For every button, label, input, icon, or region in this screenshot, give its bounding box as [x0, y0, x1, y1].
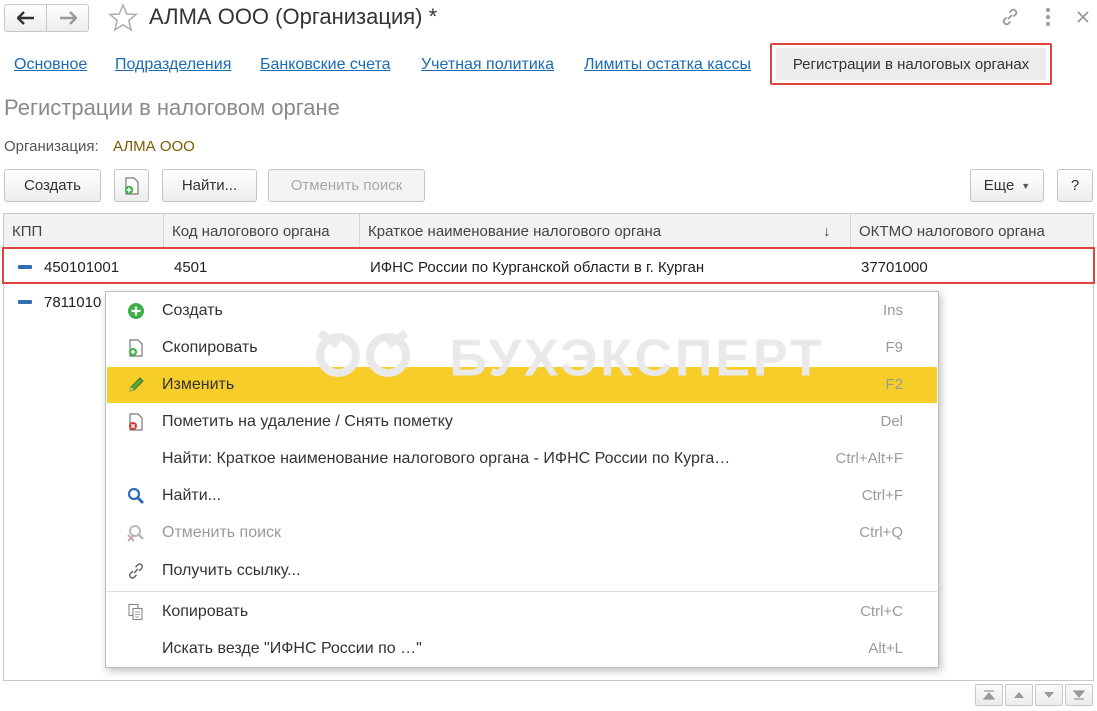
create-button[interactable]: Создать	[4, 169, 101, 202]
help-button[interactable]: ?	[1057, 169, 1093, 202]
menu-item-label: Отменить поиск	[162, 524, 282, 541]
copy-button[interactable]	[114, 169, 149, 202]
menu-item-get-link[interactable]: Получить ссылку...	[107, 553, 937, 589]
menu-item-shortcut: Ctrl+Q	[859, 524, 903, 541]
menu-item-find[interactable]: Найти... Ctrl+F	[107, 478, 937, 514]
tab-osnovnoe[interactable]: Основное	[14, 56, 87, 74]
menu-item-shortcut: Ctrl+F	[861, 487, 903, 504]
page-title: Регистрации в налоговом органе	[4, 95, 340, 120]
link-icon[interactable]	[999, 6, 1021, 32]
menu-item-label: Копировать	[162, 603, 249, 620]
copy-doc-icon	[124, 176, 139, 195]
arrow-right-icon	[59, 11, 77, 25]
column-header-kpp[interactable]: КПП	[4, 214, 164, 249]
more-button-label: Еще	[983, 177, 1015, 194]
cell-kpp: 450101001	[44, 259, 120, 276]
column-header-code[interactable]: Код налогового органа	[164, 214, 360, 249]
column-header-oktmo[interactable]: ОКТМО налогового органа	[851, 214, 1093, 249]
menu-item-copy-clipboard[interactable]: Копировать Ctrl+C	[107, 594, 937, 630]
menu-item-label: Скопировать	[162, 339, 258, 356]
cell-name: ИФНС России по Курганской области в г. К…	[370, 259, 705, 276]
chevron-up-icon	[1014, 692, 1024, 698]
menu-item-cancel-search[interactable]: Отменить поиск Ctrl+Q	[107, 515, 937, 551]
menu-item-create[interactable]: Создать Ins	[107, 293, 937, 329]
more-button[interactable]: Еще ▼	[970, 169, 1044, 202]
column-header-name[interactable]: Краткое наименование налогового органа ↓	[360, 214, 851, 249]
menu-item-label: Пометить на удаление / Снять пометку	[162, 413, 453, 430]
column-header-name-label: Краткое наименование налогового органа	[368, 223, 662, 240]
tab-podrazdeleniya[interactable]: Подразделения	[115, 56, 231, 74]
favorite-star-icon[interactable]	[107, 2, 139, 37]
menu-item-shortcut: Ctrl+C	[860, 603, 903, 620]
tab-bank-accounts[interactable]: Банковские счета	[260, 56, 390, 74]
menu-item-copy[interactable]: Скопировать F9	[107, 330, 937, 366]
pencil-icon	[129, 377, 144, 392]
menu-item-search-everywhere[interactable]: Искать везде "ИФНС России по …" Alt+L	[107, 631, 937, 667]
clipboard-icon	[128, 603, 143, 621]
chevron-down-icon: ▼	[1021, 180, 1031, 191]
menu-item-label: Создать	[162, 302, 223, 319]
menu-item-shortcut: F9	[885, 339, 903, 356]
scroll-bottom-button[interactable]	[1065, 684, 1093, 706]
cancel-search-icon	[127, 525, 144, 542]
close-icon[interactable]	[1075, 6, 1091, 32]
table-header: КПП Код налогового органа Краткое наимен…	[4, 214, 1093, 249]
link-icon	[129, 563, 143, 579]
back-button[interactable]	[4, 4, 47, 32]
cell-oktmo: 37701000	[861, 259, 928, 276]
menu-item-shortcut: Ctrl+Alt+F	[835, 450, 903, 467]
context-menu: Создать Ins Скопировать F9 Изменить F2 П…	[105, 291, 939, 668]
scroll-bottom-icon	[1072, 690, 1086, 700]
find-button[interactable]: Найти...	[162, 169, 257, 202]
scroll-top-button[interactable]	[975, 684, 1003, 706]
window-title: АЛМА ООО (Организация) *	[149, 4, 438, 29]
menu-item-label: Получить ссылку...	[162, 562, 301, 579]
copy-doc-icon	[129, 339, 143, 357]
menu-item-find-by-value[interactable]: Найти: Краткое наименование налогового о…	[107, 441, 937, 477]
cell-code: 4501	[174, 259, 208, 276]
menu-item-shortcut: Del	[880, 413, 903, 430]
menu-item-shortcut: Ins	[882, 302, 903, 319]
tab-tax-registrations[interactable]: Регистрации в налоговых органах	[770, 43, 1052, 85]
delete-mark-icon	[129, 413, 143, 431]
menu-item-mark-delete[interactable]: Пометить на удаление / Снять пометку Del	[107, 404, 937, 440]
organization-label: Организация:	[4, 138, 99, 155]
cell-kpp: 7811010	[44, 294, 102, 311]
table-row[interactable]: 450101001 4501 ИФНС России по Курганской…	[4, 250, 1093, 285]
scroll-down-button[interactable]	[1035, 684, 1063, 706]
chevron-down-icon	[1044, 692, 1054, 698]
menu-item-shortcut: F2	[885, 376, 903, 393]
scroll-top-icon	[982, 690, 996, 700]
forward-button[interactable]	[46, 4, 89, 32]
organization-value[interactable]: АЛМА ООО	[113, 138, 195, 155]
plus-circle-icon	[128, 303, 144, 319]
cancel-search-button[interactable]: Отменить поиск	[268, 169, 425, 202]
menu-item-shortcut: Alt+L	[868, 640, 903, 657]
row-marker-icon	[18, 300, 32, 304]
menu-item-label: Искать везде "ИФНС России по …"	[162, 640, 422, 657]
menu-separator	[107, 591, 937, 592]
tab-cash-limits[interactable]: Лимиты остатка кассы	[584, 56, 751, 74]
tab-accounting-policy[interactable]: Учетная политика	[421, 56, 554, 74]
search-icon	[127, 487, 144, 504]
scroll-up-button[interactable]	[1005, 684, 1033, 706]
sort-down-icon: ↓	[823, 223, 831, 240]
menu-item-edit[interactable]: Изменить F2	[107, 367, 937, 403]
tab-tax-registrations-label: Регистрации в налоговых органах	[776, 48, 1046, 80]
menu-item-label: Изменить	[162, 376, 235, 393]
arrow-left-icon	[16, 11, 34, 25]
menu-item-label: Найти...	[162, 487, 221, 504]
more-vertical-icon[interactable]	[1042, 6, 1054, 32]
menu-item-label: Найти: Краткое наименование налогового о…	[162, 450, 731, 467]
row-marker-icon	[18, 265, 32, 269]
